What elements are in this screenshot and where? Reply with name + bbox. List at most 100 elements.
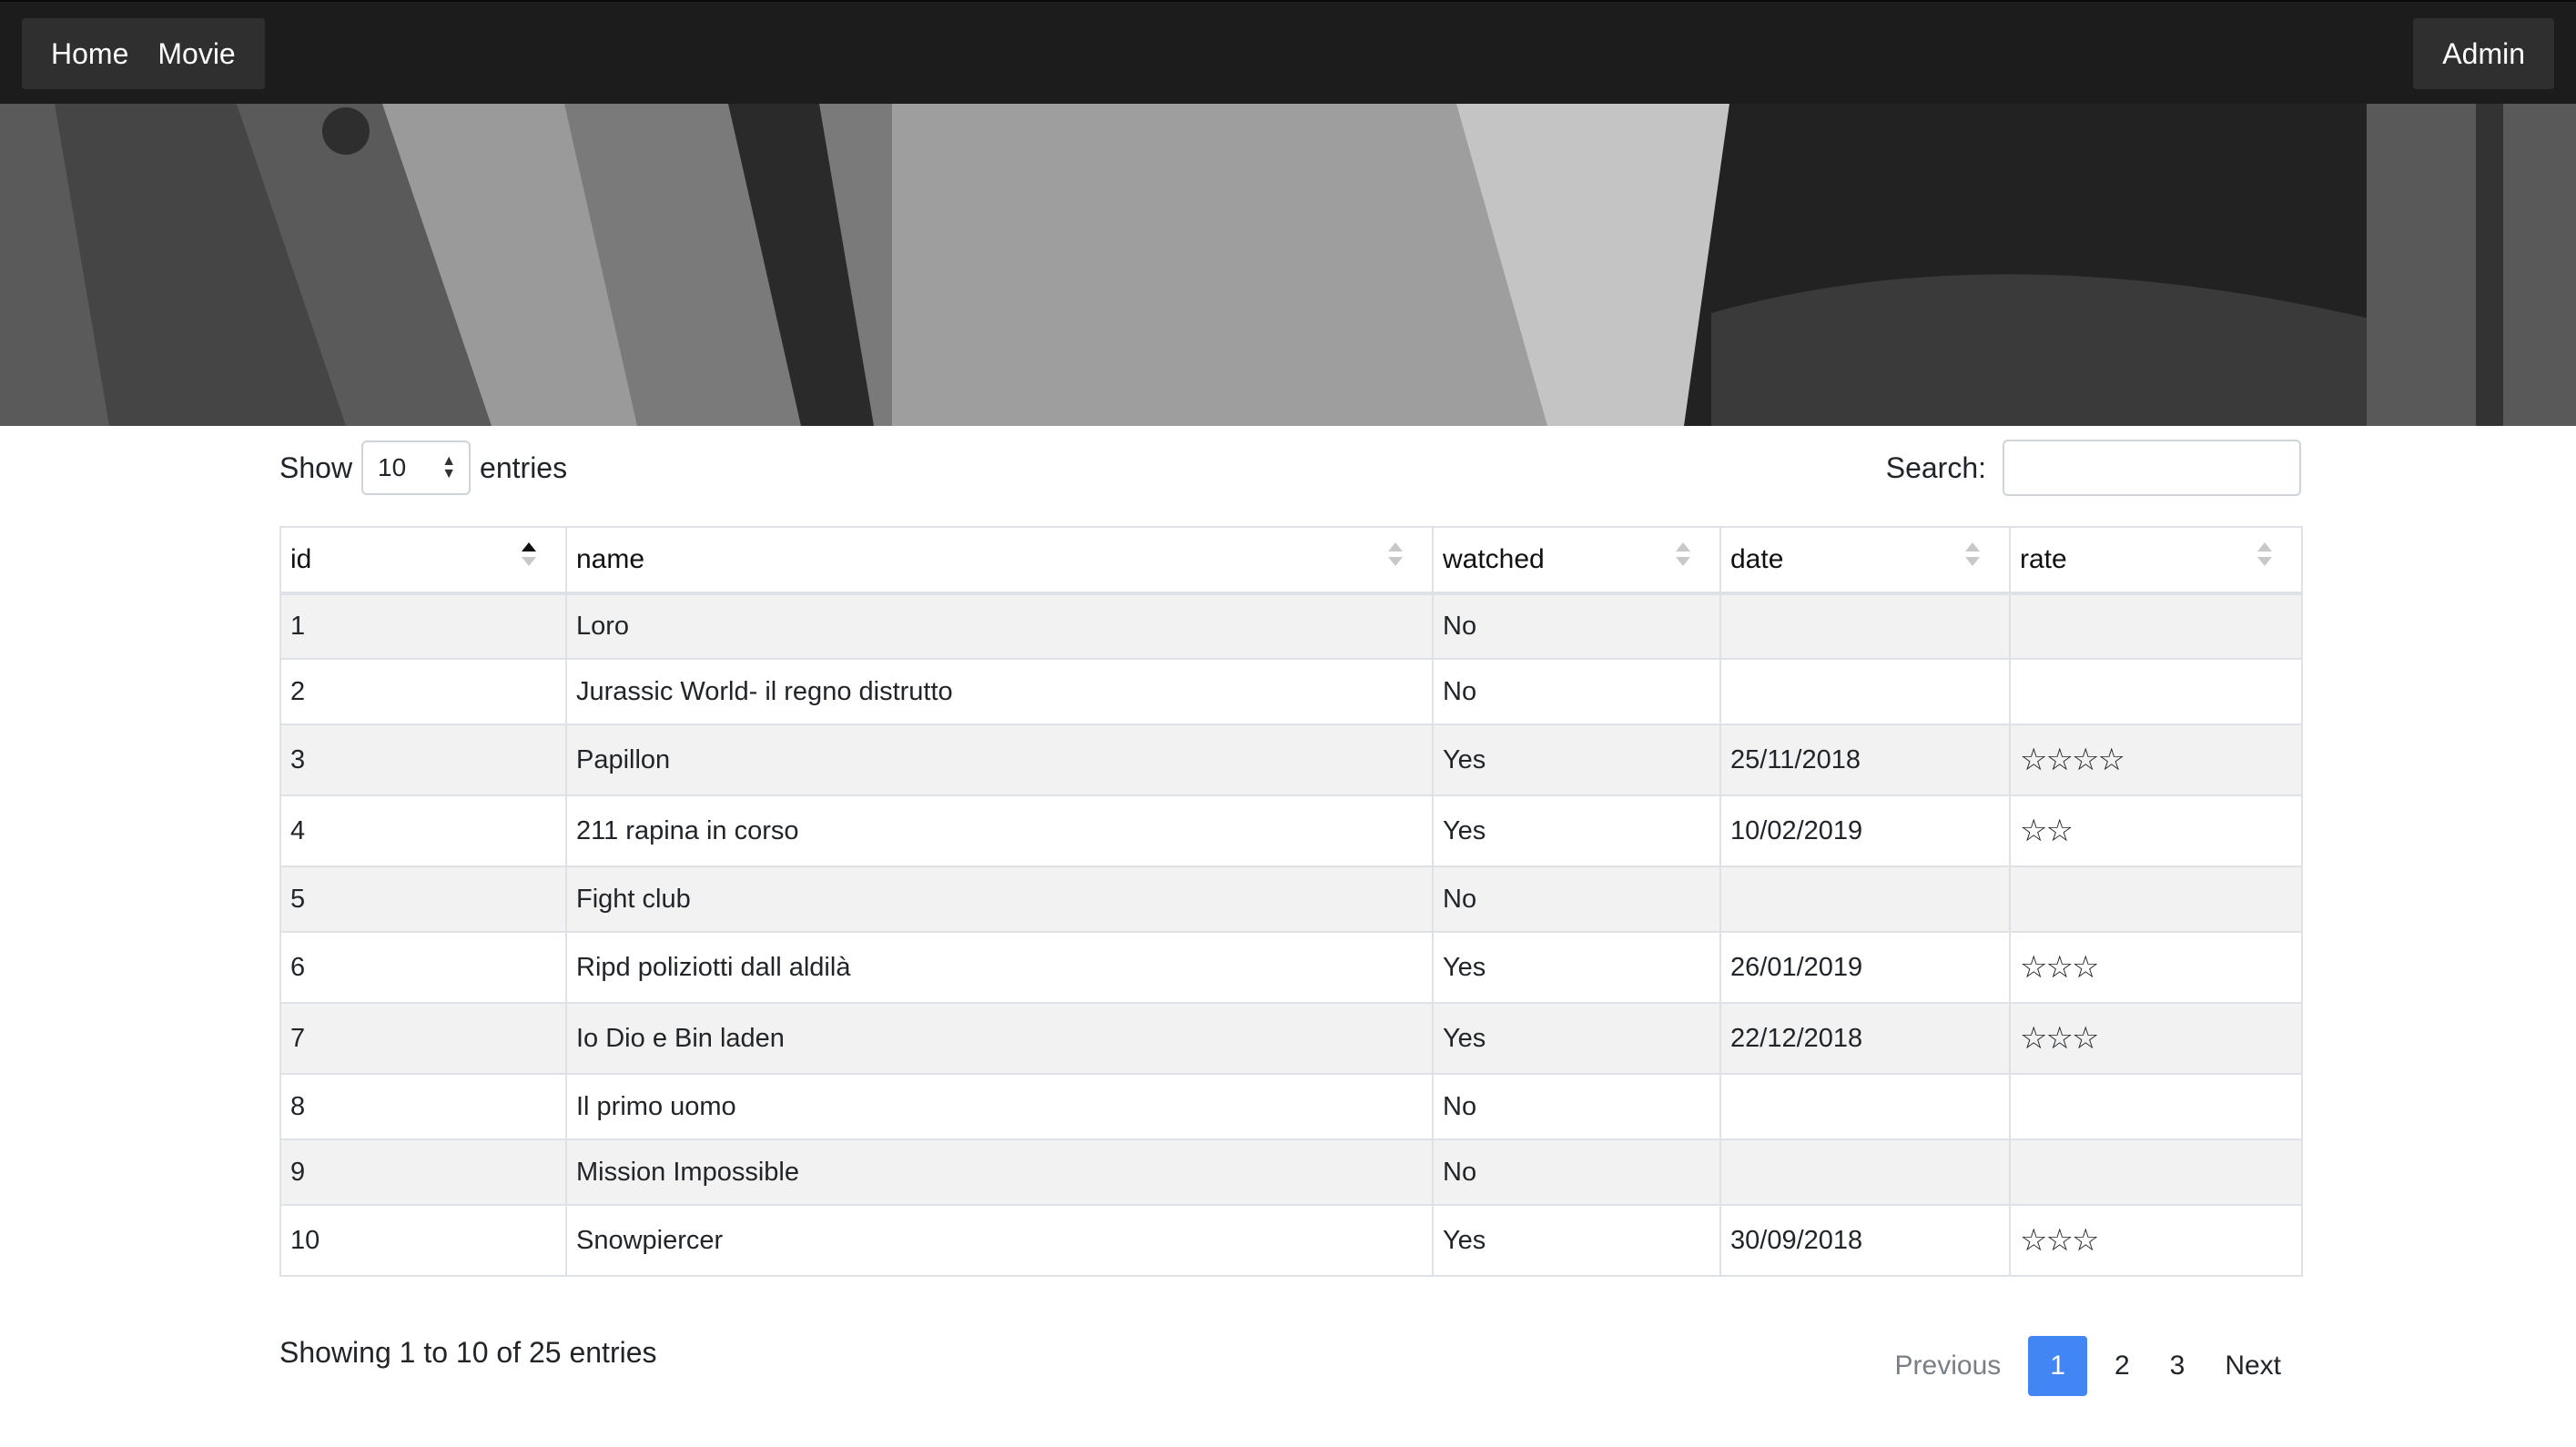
entries-length-control: Show 10 ▲ ▼ entries xyxy=(279,439,567,497)
sort-ascending-icon xyxy=(522,542,536,566)
cell-date: 26/01/2019 xyxy=(1719,931,2011,1004)
page-button-2[interactable]: 2 xyxy=(2094,1336,2150,1396)
cell-date: 25/11/2018 xyxy=(1719,724,2011,796)
top-navbar: Home Movie Admin xyxy=(0,0,2576,104)
table-info-text: Showing 1 to 10 of 25 entries xyxy=(279,1336,657,1369)
nav-right-group: Admin xyxy=(2413,18,2554,89)
column-label: id xyxy=(290,544,312,574)
cell-rate: ☆☆☆☆ xyxy=(2009,724,2303,796)
table-row[interactable]: 6 Ripd poliziotti dall aldilà Yes 26/01/… xyxy=(279,931,2303,1004)
cell-name: Io Dio e Bin laden xyxy=(565,1002,1434,1075)
table-row[interactable]: 5 Fight club No xyxy=(279,865,2303,933)
search-control: Search: xyxy=(1886,439,2301,497)
pagination: Previous 1 2 3 Next xyxy=(1875,1336,2301,1396)
cell-id: 9 xyxy=(279,1138,567,1206)
cell-date: 22/12/2018 xyxy=(1719,1002,2011,1075)
next-page-button[interactable]: Next xyxy=(2205,1336,2301,1396)
page-button-1[interactable]: 1 xyxy=(2028,1336,2087,1396)
table-row[interactable]: 8 Il primo uomo No xyxy=(279,1073,2303,1140)
cell-name: Loro xyxy=(565,592,1434,660)
cell-name: Mission Impossible xyxy=(565,1138,1434,1206)
cell-name: Jurassic World- il regno distrutto xyxy=(565,658,1434,725)
table-row[interactable]: 2 Jurassic World- il regno distrutto No xyxy=(279,658,2303,725)
cell-date: 10/02/2019 xyxy=(1719,794,2011,867)
search-input[interactable] xyxy=(2003,440,2301,496)
search-label: Search: xyxy=(1885,450,1986,484)
entries-label: entries xyxy=(480,450,568,484)
select-arrows-icon: ▲ ▼ xyxy=(441,453,457,481)
cell-watched: No xyxy=(1432,1073,1721,1140)
sort-icon xyxy=(2257,542,2272,566)
cell-watched: No xyxy=(1432,1138,1721,1206)
cell-name: Il primo uomo xyxy=(565,1073,1434,1140)
nav-left-group: Home Movie xyxy=(22,18,265,89)
cell-name: Ripd poliziotti dall aldilà xyxy=(565,931,1434,1004)
column-label: rate xyxy=(2020,544,2067,574)
page-button-3[interactable]: 3 xyxy=(2150,1336,2206,1396)
column-header-rate[interactable]: rate xyxy=(2009,526,2303,595)
cell-date xyxy=(1719,592,2011,660)
cell-name: 211 rapina in corso xyxy=(565,794,1434,867)
cell-id: 2 xyxy=(279,658,567,725)
nav-admin-link[interactable]: Admin xyxy=(2428,18,2540,89)
table-row[interactable]: 10 Snowpiercer Yes 30/09/2018 ☆☆☆ xyxy=(279,1204,2303,1277)
cell-id: 6 xyxy=(279,931,567,1004)
cell-id: 7 xyxy=(279,1002,567,1075)
column-header-watched[interactable]: watched xyxy=(1432,526,1721,595)
cell-watched: No xyxy=(1432,592,1721,660)
column-header-date[interactable]: date xyxy=(1719,526,2011,595)
cell-watched: Yes xyxy=(1432,931,1721,1004)
cell-id: 3 xyxy=(279,724,567,796)
table-row[interactable]: 1 Loro No xyxy=(279,592,2303,660)
cell-rate: ☆☆☆ xyxy=(2009,931,2303,1004)
nav-movie-link[interactable]: Movie xyxy=(143,18,249,89)
banner-photo-graphic xyxy=(0,104,2576,426)
sort-icon xyxy=(1676,542,1690,566)
cell-date xyxy=(1719,658,2011,725)
column-header-name[interactable]: name xyxy=(565,526,1434,595)
column-label: date xyxy=(1730,544,1784,574)
table-header-row: id name watched date rate xyxy=(279,526,2303,595)
table-row[interactable]: 3 Papillon Yes 25/11/2018 ☆☆☆☆ xyxy=(279,724,2303,796)
cell-rate xyxy=(2009,865,2303,933)
cell-id: 4 xyxy=(279,794,567,867)
sort-icon xyxy=(1388,542,1403,566)
cell-id: 5 xyxy=(279,865,567,933)
cell-rate xyxy=(2009,592,2303,660)
show-label: Show xyxy=(279,450,353,484)
cell-rate: ☆☆☆ xyxy=(2009,1002,2303,1075)
column-label: watched xyxy=(1443,544,1545,574)
table-row[interactable]: 9 Mission Impossible No xyxy=(279,1138,2303,1206)
cell-watched: No xyxy=(1432,865,1721,933)
cell-watched: No xyxy=(1432,658,1721,725)
cell-name: Fight club xyxy=(565,865,1434,933)
cell-rate xyxy=(2009,658,2303,725)
cell-watched: Yes xyxy=(1432,1002,1721,1075)
table-row[interactable]: 4 211 rapina in corso Yes 10/02/2019 ☆☆ xyxy=(279,794,2303,867)
previous-page-button[interactable]: Previous xyxy=(1875,1336,2022,1396)
banner-image xyxy=(0,104,2576,426)
entries-select-value: 10 xyxy=(378,453,407,481)
entries-select[interactable]: 10 ▲ ▼ xyxy=(361,440,472,495)
cell-name: Snowpiercer xyxy=(565,1204,1434,1277)
cell-date xyxy=(1719,865,2011,933)
cell-date: 30/09/2018 xyxy=(1719,1204,2011,1277)
cell-name: Papillon xyxy=(565,724,1434,796)
cell-rate xyxy=(2009,1138,2303,1206)
column-header-id[interactable]: id xyxy=(279,526,567,595)
cell-watched: Yes xyxy=(1432,794,1721,867)
cell-rate: ☆☆☆ xyxy=(2009,1204,2303,1277)
cell-id: 10 xyxy=(279,1204,567,1277)
column-label: name xyxy=(576,544,645,574)
nav-home-link[interactable]: Home xyxy=(36,18,143,89)
cell-date xyxy=(1719,1073,2011,1140)
cell-date xyxy=(1719,1138,2011,1206)
table-row[interactable]: 7 Io Dio e Bin laden Yes 22/12/2018 ☆☆☆ xyxy=(279,1002,2303,1075)
cell-watched: Yes xyxy=(1432,1204,1721,1277)
cell-id: 1 xyxy=(279,592,567,660)
sort-icon xyxy=(1965,542,1980,566)
cell-rate: ☆☆ xyxy=(2009,794,2303,867)
cell-watched: Yes xyxy=(1432,724,1721,796)
cell-rate xyxy=(2009,1073,2303,1140)
cell-id: 8 xyxy=(279,1073,567,1140)
